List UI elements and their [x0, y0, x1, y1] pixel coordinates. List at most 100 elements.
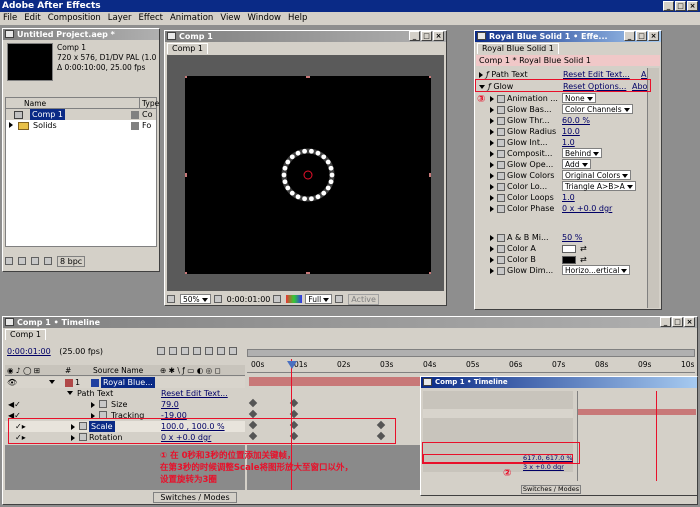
stopwatch-icon[interactable] [497, 244, 505, 253]
keyframe-icon[interactable] [248, 409, 258, 419]
effects-scrollbar[interactable] [647, 68, 659, 308]
stopwatch-icon[interactable] [497, 171, 505, 180]
fx-row-10[interactable]: Color Phase 0 x +0.0 dgr [476, 203, 646, 214]
stopwatch-icon[interactable] [497, 127, 505, 136]
tab-timeline[interactable]: Comp 1 [5, 329, 46, 340]
col-type[interactable]: Type [139, 98, 159, 109]
find-icon[interactable] [5, 257, 13, 265]
list-item[interactable]: Comp 1 Co [6, 109, 156, 120]
live-update-icon[interactable] [157, 347, 165, 355]
menu-file[interactable]: File [3, 12, 17, 25]
folder-new-icon[interactable] [18, 257, 26, 265]
fx-value[interactable]: 60.0 % [562, 115, 590, 126]
col-num[interactable]: # [65, 365, 71, 376]
size-row[interactable]: ◀✓ Size 79.0 [5, 399, 245, 410]
timeline-current-time[interactable]: 0:00:01:00 [7, 347, 51, 356]
snapshot-icon[interactable] [273, 295, 282, 303]
graph-editor-icon[interactable] [229, 347, 237, 355]
fx-row-4[interactable]: Glow Int... 1.0 [476, 137, 646, 148]
col-name[interactable]: Name [24, 98, 46, 109]
eyedropper-icon[interactable]: ⇄ [580, 254, 587, 265]
menu-window[interactable]: Window [247, 12, 281, 25]
fx-row-2[interactable]: Glow Thr... 60.0 % [476, 115, 646, 126]
bpc-button[interactable]: 8 bpc [57, 255, 86, 267]
menu-effect[interactable]: Effect [139, 12, 163, 25]
phase-dial[interactable] [557, 31, 607, 169]
brainstorm-icon[interactable] [217, 347, 225, 355]
maximize-icon[interactable]: □ [421, 31, 432, 41]
stopwatch-icon[interactable] [497, 160, 505, 169]
fx-row-0[interactable]: Animation ... None [476, 93, 646, 104]
expand-icon[interactable] [9, 122, 13, 128]
fx-value[interactable]: 50 % [562, 232, 582, 243]
stopwatch-icon[interactable] [497, 255, 505, 264]
roi-icon[interactable] [335, 295, 344, 303]
fx-row-11[interactable]: A & B Mi... 50 % [476, 232, 646, 243]
fx-value[interactable]: Add [562, 159, 591, 169]
eyedropper-icon[interactable]: ⇄ [580, 243, 587, 254]
fx-value[interactable]: None [562, 93, 596, 103]
resolution-select[interactable]: Full [305, 294, 333, 304]
stopwatch-icon[interactable] [497, 94, 505, 103]
fx-value[interactable]: 0 x +0.0 dgr [562, 203, 612, 214]
fx-value[interactable]: 10.0 [562, 126, 580, 137]
maximize-icon[interactable]: □ [675, 1, 686, 11]
minimize-icon[interactable]: _ [663, 1, 674, 11]
fx-row-5[interactable]: Composit... Behind [476, 148, 646, 159]
menu-layer[interactable]: Layer [108, 12, 132, 25]
stopwatch-icon[interactable] [497, 149, 505, 158]
stopwatch-icon[interactable] [497, 182, 505, 191]
col-source[interactable]: Source Name [93, 365, 143, 376]
active-camera[interactable]: Active [348, 293, 379, 305]
close-icon[interactable]: × [684, 317, 695, 327]
menu-view[interactable]: View [220, 12, 240, 25]
channels-icon[interactable] [286, 295, 303, 303]
motion-blur-icon[interactable] [205, 347, 213, 355]
keyframe-icon[interactable] [248, 398, 258, 408]
playhead-icon[interactable] [287, 361, 297, 369]
layer-row[interactable]: 👁 1 Royal Blue... [5, 377, 245, 388]
fx-value[interactable] [562, 256, 576, 264]
path-text-row[interactable]: Path Text Reset Edit Text... [5, 388, 245, 399]
maximize-icon[interactable]: □ [672, 317, 683, 327]
stopwatch-icon[interactable] [497, 138, 505, 147]
fx-value[interactable]: Original Colors [562, 170, 632, 180]
fx-row-14[interactable]: Glow Dim... Horizo...ertical [476, 265, 646, 276]
fx-row-3[interactable]: Glow Radius 10.0 [476, 126, 646, 137]
close-icon[interactable]: × [433, 31, 444, 41]
switches-modes-toggle[interactable]: Switches / Modes [153, 492, 237, 503]
fx-value[interactable] [562, 245, 576, 253]
keyframe-nav-icon[interactable]: ◀✓ [8, 399, 21, 410]
fx-value[interactable]: Behind [562, 148, 603, 158]
minimize-icon[interactable]: _ [660, 317, 671, 327]
maximize-icon[interactable]: □ [636, 31, 647, 41]
fx-value[interactable]: Color Channels [562, 104, 633, 114]
fx-row-8[interactable]: Color Lo... Triangle A>B>A [476, 181, 646, 192]
current-time[interactable]: 0:00:01:00 [227, 295, 271, 304]
menu-edit[interactable]: Edit [24, 12, 40, 25]
safe-margins-icon[interactable] [167, 295, 175, 303]
fx-row-1[interactable]: Glow Bas... Color Channels [476, 104, 646, 115]
visibility-icon[interactable]: 👁 [7, 377, 17, 388]
stopwatch-icon[interactable] [497, 266, 505, 275]
new-comp-icon[interactable] [31, 257, 39, 265]
stopwatch-icon[interactable] [497, 193, 505, 202]
comp-viewport[interactable] [167, 55, 444, 291]
stopwatch-icon[interactable] [497, 204, 505, 213]
tab-comp1[interactable]: Comp 1 [167, 43, 208, 54]
stopwatch-icon[interactable] [99, 400, 107, 408]
grid-icon[interactable] [213, 295, 222, 303]
menu-help[interactable]: Help [288, 12, 307, 25]
fx-value[interactable]: 1.0 [562, 137, 575, 148]
fx-row-7[interactable]: Glow Colors Original Colors [476, 170, 646, 181]
frame-blend-icon[interactable] [193, 347, 201, 355]
fx-value[interactable]: Horizo...ertical [562, 265, 631, 275]
tab-effects[interactable]: Royal Blue Solid 1 [477, 43, 559, 54]
stopwatch-icon[interactable] [497, 116, 505, 125]
fx-value[interactable]: 1.0 [562, 192, 575, 203]
hide-shy-icon[interactable] [181, 347, 189, 355]
menu-composition[interactable]: Composition [48, 12, 101, 25]
list-item[interactable]: Solids Fo [6, 120, 156, 131]
close-icon[interactable]: × [648, 31, 659, 41]
fx-value[interactable]: Triangle A>B>A [562, 181, 636, 191]
